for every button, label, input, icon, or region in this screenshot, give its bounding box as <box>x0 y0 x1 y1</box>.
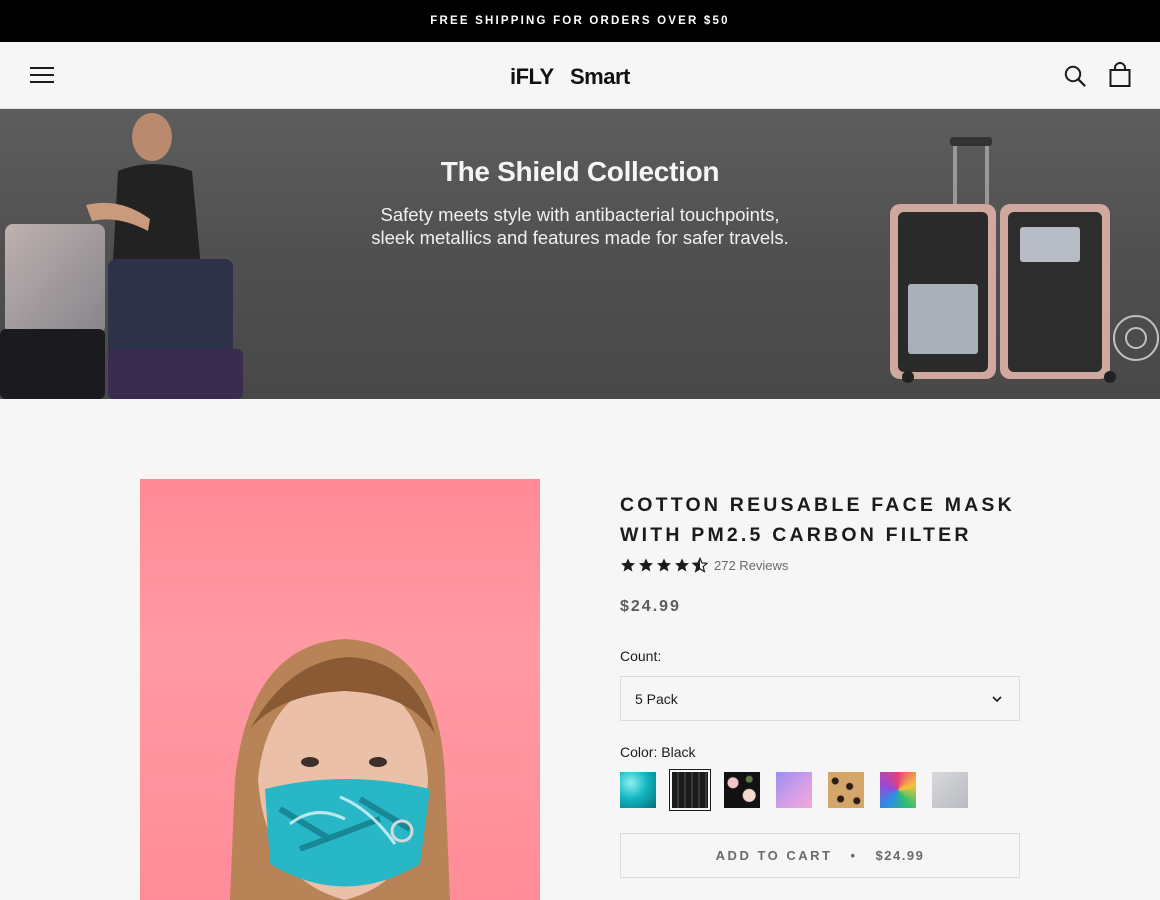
count-label: Count: <box>620 648 662 664</box>
hero-luggage-right-image <box>890 137 1159 383</box>
color-swatches <box>620 769 968 811</box>
rating-stars <box>620 557 708 573</box>
product-main-image[interactable] <box>140 479 540 900</box>
add-to-cart-label: ADD TO CART <box>715 848 833 863</box>
swatch-lavender[interactable] <box>776 772 812 808</box>
color-label-text: Color: <box>620 744 658 760</box>
svg-text:Smart: Smart <box>570 64 631 89</box>
hero-subtitle-line-1: Safety meets style with antibacterial to… <box>380 204 780 225</box>
color-label: Color: Black <box>620 744 695 760</box>
add-to-cart-button[interactable]: ADD TO CART • $24.99 <box>620 833 1020 878</box>
swatch-black[interactable] <box>669 769 711 811</box>
hero-subtitle-line-2: sleek metallics and features made for sa… <box>371 227 789 248</box>
hamburger-menu-icon[interactable] <box>30 65 54 85</box>
announcement-bar: FREE SHIPPING FOR ORDERS OVER $50 <box>0 0 1160 42</box>
swatch-turquoise[interactable] <box>620 772 656 808</box>
cart-icon[interactable] <box>1108 62 1132 88</box>
product-title: COTTON REUSABLE FACE MASK WITH PM2.5 CAR… <box>620 494 1015 546</box>
hero-subtitle: Safety meets style with antibacterial to… <box>330 203 830 249</box>
product-info: COTTON REUSABLE FACE MASK WITH PM2.5 CAR… <box>620 490 1020 616</box>
star-half-icon <box>692 557 708 573</box>
swatch-tie-dye[interactable] <box>880 772 916 808</box>
swatch-floral[interactable] <box>724 772 760 808</box>
search-icon[interactable] <box>1063 64 1087 88</box>
site-header: iFLY Smart <box>0 42 1160 109</box>
hero-luggage-left-image <box>0 113 243 399</box>
product-price: $24.99 <box>620 598 681 615</box>
star-full-icon <box>639 558 653 572</box>
count-selected-value: 5 Pack <box>635 690 678 707</box>
svg-text:iFLY: iFLY <box>510 64 554 89</box>
swatch-silver[interactable] <box>932 772 968 808</box>
add-to-cart-price: $24.99 <box>875 848 925 863</box>
brand-logo[interactable]: iFLY Smart <box>510 62 650 90</box>
swatch-leopard[interactable] <box>828 772 864 808</box>
hero-banner[interactable]: The Shield Collection Safety meets style… <box>0 109 1160 399</box>
star-full-icon <box>675 558 689 572</box>
star-full-icon <box>657 558 671 572</box>
star-full-icon <box>621 558 635 572</box>
add-to-cart-separator: • <box>850 848 858 863</box>
announcement-text: FREE SHIPPING FOR ORDERS OVER $50 <box>430 15 730 27</box>
count-select[interactable]: 5 Pack <box>620 676 1020 721</box>
reviews-count-link[interactable]: 272 Reviews <box>714 558 788 573</box>
color-selected-value: Black <box>661 744 696 760</box>
product-rating[interactable]: 272 Reviews <box>620 556 1020 574</box>
model-with-mask-image <box>230 639 450 900</box>
chevron-down-icon <box>992 696 1002 703</box>
